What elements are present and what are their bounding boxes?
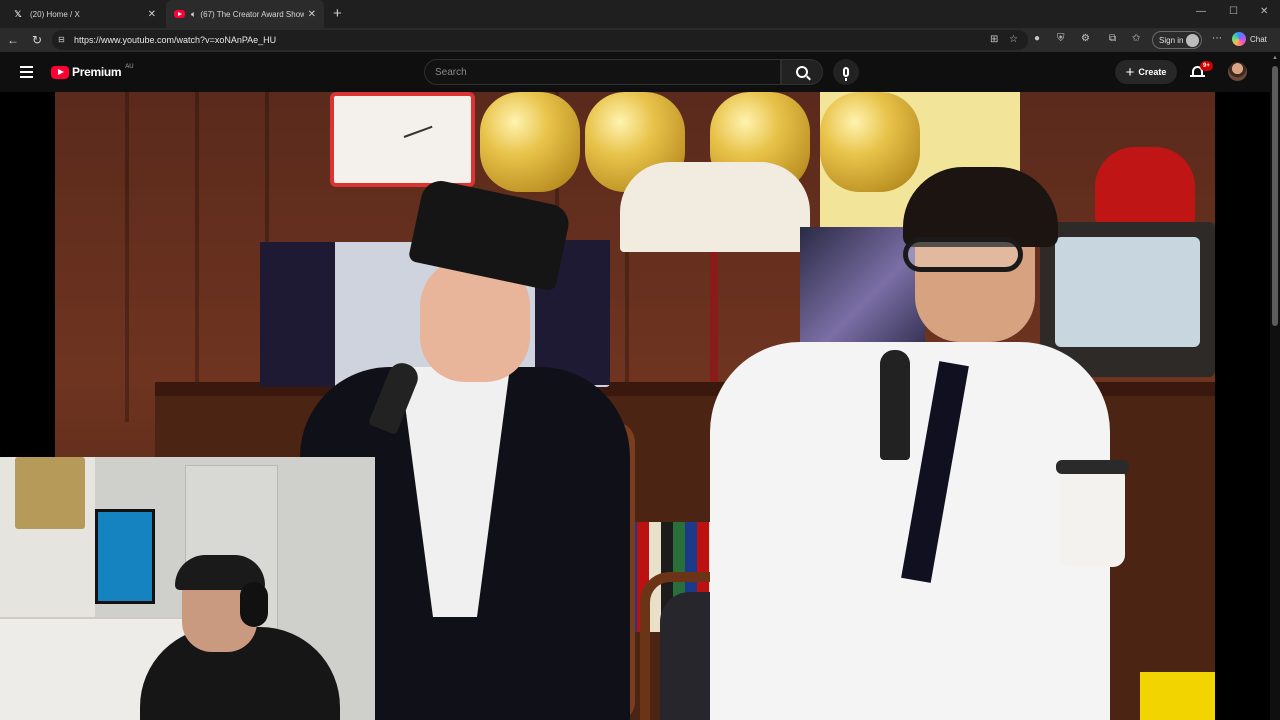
voice-search-button[interactable] <box>833 59 859 85</box>
window-close-icon[interactable]: ✕ <box>1260 6 1268 17</box>
close-tab-icon[interactable]: ✕ <box>148 9 156 20</box>
maximize-icon[interactable]: ☐ <box>1229 6 1238 17</box>
tab-x-home[interactable]: 𝕏 (20) Home / X ✕ <box>4 0 164 28</box>
split-screen-icon[interactable]: ⧉ <box>1109 33 1116 44</box>
scroll-up-icon[interactable]: ▲ <box>1272 55 1278 61</box>
search-icon <box>796 66 808 78</box>
shield-icon[interactable]: ⛨ <box>1057 33 1065 44</box>
speaker-icon[interactable]: 🔈︎ <box>191 9 196 20</box>
address-bar[interactable]: ⊟ https://www.youtube.com/watch?v=xoNAnP… <box>52 30 1028 50</box>
copilot-chat-button[interactable]: Chat <box>1232 32 1267 46</box>
copilot-icon <box>1232 32 1246 46</box>
favorites-icon[interactable]: ✩ <box>1132 33 1140 44</box>
extension-icon[interactable]: ● <box>1034 33 1040 44</box>
lamp-shade <box>620 162 810 252</box>
tab-youtube-video[interactable]: 🔈︎ (67) The Creator Award Show ✕ <box>166 0 324 28</box>
back-icon[interactable]: ← <box>4 31 22 49</box>
tab-title: (67) The Creator Award Show <box>200 9 304 19</box>
streamer-facecam <box>0 457 375 720</box>
bookmark-star-icon[interactable]: ☆ <box>1009 34 1018 45</box>
create-label: Create <box>1138 67 1167 77</box>
youtube-icon <box>174 10 185 18</box>
headphones <box>240 582 268 627</box>
scrollbar-thumb[interactable] <box>1272 66 1278 326</box>
speaker-left <box>260 242 335 387</box>
search-box[interactable] <box>424 59 781 85</box>
browser-tab-strip: 𝕏 (20) Home / X ✕ 🔈︎ (67) The Creator Aw… <box>0 0 1280 28</box>
new-tab-button[interactable]: + <box>333 5 342 22</box>
minimize-icon[interactable]: — <box>1196 6 1206 17</box>
tab-title: (20) Home / X <box>30 9 80 19</box>
more-menu-icon[interactable]: ⋯ <box>1212 33 1222 44</box>
account-avatar[interactable] <box>1228 62 1247 81</box>
chat-label: Chat <box>1250 34 1267 44</box>
microphone-right <box>880 350 910 460</box>
install-app-icon[interactable]: ⊞ <box>990 34 998 45</box>
signin-button[interactable]: Sign in <box>1152 31 1202 49</box>
menu-icon[interactable] <box>20 66 33 78</box>
close-tab-icon[interactable]: ✕ <box>308 9 316 20</box>
create-button[interactable]: + Create <box>1115 60 1177 84</box>
lamp-stand <box>710 252 718 382</box>
reload-icon[interactable]: ↻ <box>28 31 46 49</box>
play-button-plaque <box>15 457 85 529</box>
search-input[interactable] <box>435 66 780 78</box>
search-button[interactable] <box>781 59 823 85</box>
balloon-6 <box>820 92 920 192</box>
page-scrollbar[interactable]: ▲ <box>1270 52 1280 720</box>
x-icon: 𝕏 <box>14 8 22 19</box>
microphone-icon <box>843 67 849 81</box>
extensions-puzzle-icon[interactable]: ⚙ <box>1081 33 1090 44</box>
plus-icon: + <box>1125 63 1135 81</box>
balloon-2 <box>480 92 580 192</box>
profile-avatar-icon <box>1186 34 1199 47</box>
logo-text: Premium <box>72 65 122 79</box>
url-text: https://www.youtube.com/watch?v=xoNAnPAe… <box>74 35 277 45</box>
region-code: AU <box>125 64 134 70</box>
youtube-premium-logo[interactable]: Premium AU <box>51 64 134 79</box>
youtube-logo-icon <box>51 65 69 79</box>
signin-label: Sign in <box>1159 35 1184 45</box>
coffee-cup <box>1056 460 1129 567</box>
red-helmet <box>1095 147 1195 227</box>
site-info-icon[interactable]: ⊟ <box>58 35 68 45</box>
wall-clock <box>330 92 475 187</box>
retro-tv <box>1040 222 1215 377</box>
notification-badge: 9+ <box>1200 61 1213 71</box>
party-glasses <box>903 237 1023 272</box>
monitor <box>95 509 155 604</box>
browser-toolbar: ← ↻ ⊟ https://www.youtube.com/watch?v=xo… <box>0 28 1280 52</box>
youtube-header: Premium AU + Create 9+ <box>0 52 1280 92</box>
